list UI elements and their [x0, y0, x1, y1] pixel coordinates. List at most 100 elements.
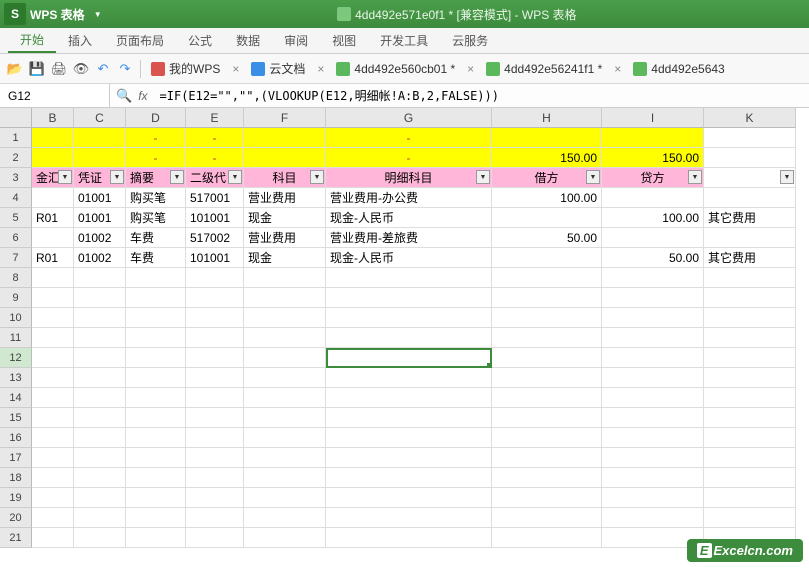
- cell[interactable]: [74, 408, 126, 428]
- fx-label[interactable]: fx: [138, 89, 147, 103]
- cell[interactable]: [704, 308, 796, 328]
- col-header[interactable]: D: [126, 108, 186, 128]
- cell[interactable]: [326, 308, 492, 328]
- cell[interactable]: [602, 128, 704, 148]
- cell[interactable]: [704, 348, 796, 368]
- cell[interactable]: [602, 508, 704, 528]
- col-header[interactable]: I: [602, 108, 704, 128]
- cell[interactable]: [126, 328, 186, 348]
- cell[interactable]: 100.00: [602, 208, 704, 228]
- cell[interactable]: [704, 288, 796, 308]
- cell[interactable]: [32, 408, 74, 428]
- cell[interactable]: [74, 528, 126, 548]
- cell[interactable]: [492, 208, 602, 228]
- cell[interactable]: [326, 288, 492, 308]
- open-icon[interactable]: 📂: [6, 60, 24, 78]
- cell[interactable]: [492, 428, 602, 448]
- cell[interactable]: 购买笔: [126, 208, 186, 228]
- cell[interactable]: [244, 368, 326, 388]
- col-header[interactable]: B: [32, 108, 74, 128]
- cell[interactable]: [492, 488, 602, 508]
- cell[interactable]: [492, 508, 602, 528]
- cell[interactable]: [704, 388, 796, 408]
- col-header[interactable]: K: [704, 108, 796, 128]
- row-header[interactable]: 17: [0, 448, 32, 468]
- cell[interactable]: [492, 328, 602, 348]
- cell[interactable]: [492, 348, 602, 368]
- cell[interactable]: [186, 508, 244, 528]
- cell[interactable]: 营业费用: [244, 228, 326, 248]
- cell[interactable]: [244, 528, 326, 548]
- menu-insert[interactable]: 插入: [56, 28, 104, 53]
- cell[interactable]: [32, 348, 74, 368]
- cell[interactable]: [126, 368, 186, 388]
- cell[interactable]: [492, 248, 602, 268]
- cell[interactable]: -: [326, 148, 492, 168]
- cell[interactable]: [602, 228, 704, 248]
- cell[interactable]: 贷方▼: [602, 168, 704, 188]
- cell[interactable]: 车费: [126, 228, 186, 248]
- doc-tab[interactable]: 4dd492e56241f1 *: [482, 62, 606, 76]
- cell[interactable]: 营业费用: [244, 188, 326, 208]
- cell[interactable]: [704, 488, 796, 508]
- cell[interactable]: [186, 388, 244, 408]
- cell[interactable]: [704, 148, 796, 168]
- menu-view[interactable]: 视图: [320, 28, 368, 53]
- cell[interactable]: [186, 348, 244, 368]
- cell[interactable]: [32, 508, 74, 528]
- row-header[interactable]: 15: [0, 408, 32, 428]
- cell[interactable]: [244, 148, 326, 168]
- select-all-corner[interactable]: [0, 108, 32, 128]
- filter-icon[interactable]: ▼: [688, 170, 702, 184]
- formula-input[interactable]: =IF(E12="","",(VLOOKUP(E12,明细帐!A:B,2,FAL…: [154, 87, 809, 104]
- cell[interactable]: [244, 348, 326, 368]
- active-cell[interactable]: [326, 348, 492, 368]
- cell[interactable]: [326, 388, 492, 408]
- menu-cloud[interactable]: 云服务: [440, 28, 500, 53]
- cell[interactable]: [32, 388, 74, 408]
- cell[interactable]: 现金: [244, 248, 326, 268]
- cell[interactable]: -: [186, 148, 244, 168]
- cell[interactable]: [244, 268, 326, 288]
- cell[interactable]: [704, 368, 796, 388]
- cell[interactable]: [704, 508, 796, 528]
- app-menu-dropdown[interactable]: ▼: [91, 7, 105, 21]
- cell[interactable]: 现金-人民币: [326, 208, 492, 228]
- cell[interactable]: [126, 468, 186, 488]
- row-header[interactable]: 13: [0, 368, 32, 388]
- cell[interactable]: 517002: [186, 228, 244, 248]
- cell[interactable]: [244, 308, 326, 328]
- cell[interactable]: [492, 128, 602, 148]
- row-header[interactable]: 11: [0, 328, 32, 348]
- row-header[interactable]: 3: [0, 168, 32, 188]
- cell[interactable]: 现金-人民币: [326, 248, 492, 268]
- cell[interactable]: [126, 308, 186, 328]
- cell[interactable]: 借方▼: [492, 168, 602, 188]
- cell[interactable]: R01: [32, 248, 74, 268]
- cell[interactable]: [492, 388, 602, 408]
- filter-icon[interactable]: ▼: [228, 170, 242, 184]
- cell[interactable]: [704, 408, 796, 428]
- cell[interactable]: [126, 348, 186, 368]
- row-header[interactable]: 4: [0, 188, 32, 208]
- cell[interactable]: [602, 448, 704, 468]
- cell[interactable]: [32, 488, 74, 508]
- cell[interactable]: [244, 488, 326, 508]
- cell[interactable]: [186, 408, 244, 428]
- row-header[interactable]: 16: [0, 428, 32, 448]
- close-icon[interactable]: ×: [610, 62, 625, 76]
- cell[interactable]: 01002: [74, 228, 126, 248]
- cell[interactable]: [326, 368, 492, 388]
- cell[interactable]: 01002: [74, 248, 126, 268]
- filter-icon[interactable]: ▼: [110, 170, 124, 184]
- cell[interactable]: [602, 268, 704, 288]
- cell[interactable]: [74, 348, 126, 368]
- cell[interactable]: [602, 488, 704, 508]
- cell[interactable]: [602, 408, 704, 428]
- cell[interactable]: [326, 508, 492, 528]
- cell[interactable]: [704, 128, 796, 148]
- cell[interactable]: [492, 288, 602, 308]
- cell[interactable]: [244, 328, 326, 348]
- cell[interactable]: [74, 328, 126, 348]
- cell[interactable]: 营业费用-差旅费: [326, 228, 492, 248]
